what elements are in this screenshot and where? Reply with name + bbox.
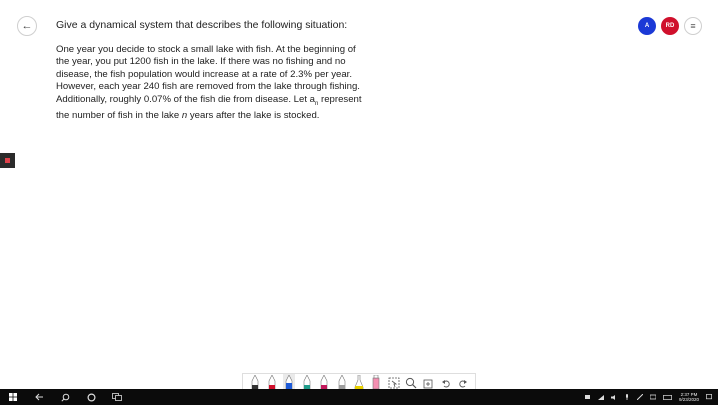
- menu-button[interactable]: ≡: [684, 17, 702, 35]
- highlighter-yellow-tool[interactable]: [353, 374, 365, 389]
- side-panel-toggle[interactable]: [0, 153, 15, 168]
- pen-gray-tool[interactable]: [336, 374, 348, 389]
- hamburger-icon: ≡: [690, 21, 696, 31]
- back-button[interactable]: ←: [17, 16, 37, 36]
- system-tray: 2:37 PM 9/23/2020: [584, 392, 718, 402]
- problem-line: However, each year 240 fish are removed …: [56, 81, 360, 93]
- microphone-icon[interactable]: [624, 394, 630, 400]
- problem-line: the year, you put 1200 fish in the lake.…: [56, 56, 346, 68]
- search-icon[interactable]: [405, 374, 417, 389]
- pen-blue-tool[interactable]: [283, 374, 296, 389]
- pen-pink-tool[interactable]: [318, 374, 330, 389]
- cortana-icon[interactable]: [78, 389, 104, 405]
- problem-line: One year you decide to stock a small lak…: [56, 44, 356, 55]
- keyboard-icon[interactable]: [663, 394, 672, 400]
- add-space-icon[interactable]: [422, 374, 434, 389]
- pen-teal-tool[interactable]: [301, 374, 313, 389]
- wifi-icon[interactable]: [597, 394, 604, 400]
- taskbar-search-icon[interactable]: [52, 389, 78, 405]
- user-avatar-a[interactable]: A: [638, 17, 656, 35]
- network-icon[interactable]: [649, 394, 656, 400]
- header-actions: A RD ≡: [638, 17, 702, 35]
- redo-icon[interactable]: [457, 374, 469, 389]
- problem-line: the number of fish in the lake n years a…: [56, 109, 320, 121]
- pen-tray-icon[interactable]: [636, 394, 643, 400]
- undo-icon[interactable]: [440, 374, 452, 389]
- page-icon: [5, 158, 10, 163]
- question-title: Give a dynamical system that describes t…: [56, 19, 348, 31]
- taskbar-back-icon[interactable]: [26, 389, 52, 405]
- pen-red-tool[interactable]: [266, 374, 278, 389]
- arrow-left-icon: ←: [21, 20, 33, 32]
- highlighter-pink-tool[interactable]: [370, 374, 382, 389]
- pen-black-tool[interactable]: [249, 374, 261, 389]
- clock-date: 9/23/2020: [678, 397, 699, 402]
- user-avatar-rd[interactable]: RD: [661, 17, 679, 35]
- notifications-icon[interactable]: [706, 394, 712, 400]
- pen-toolbar: [242, 373, 476, 390]
- windows-taskbar: 2:37 PM 9/23/2020: [0, 389, 718, 405]
- windows-start-icon[interactable]: [0, 389, 26, 405]
- problem-line: Additionally, roughly 0.07% of the fish …: [56, 93, 362, 107]
- lasso-select-icon[interactable]: [388, 374, 400, 389]
- task-view-icon[interactable]: [104, 389, 130, 405]
- clock[interactable]: 2:37 PM 9/23/2020: [679, 392, 699, 402]
- battery-icon[interactable]: [584, 394, 591, 400]
- problem-statement: One year you decide to stock a small lak…: [56, 44, 396, 122]
- problem-line: disease, the fish population would incre…: [56, 68, 352, 80]
- volume-icon[interactable]: [610, 394, 617, 400]
